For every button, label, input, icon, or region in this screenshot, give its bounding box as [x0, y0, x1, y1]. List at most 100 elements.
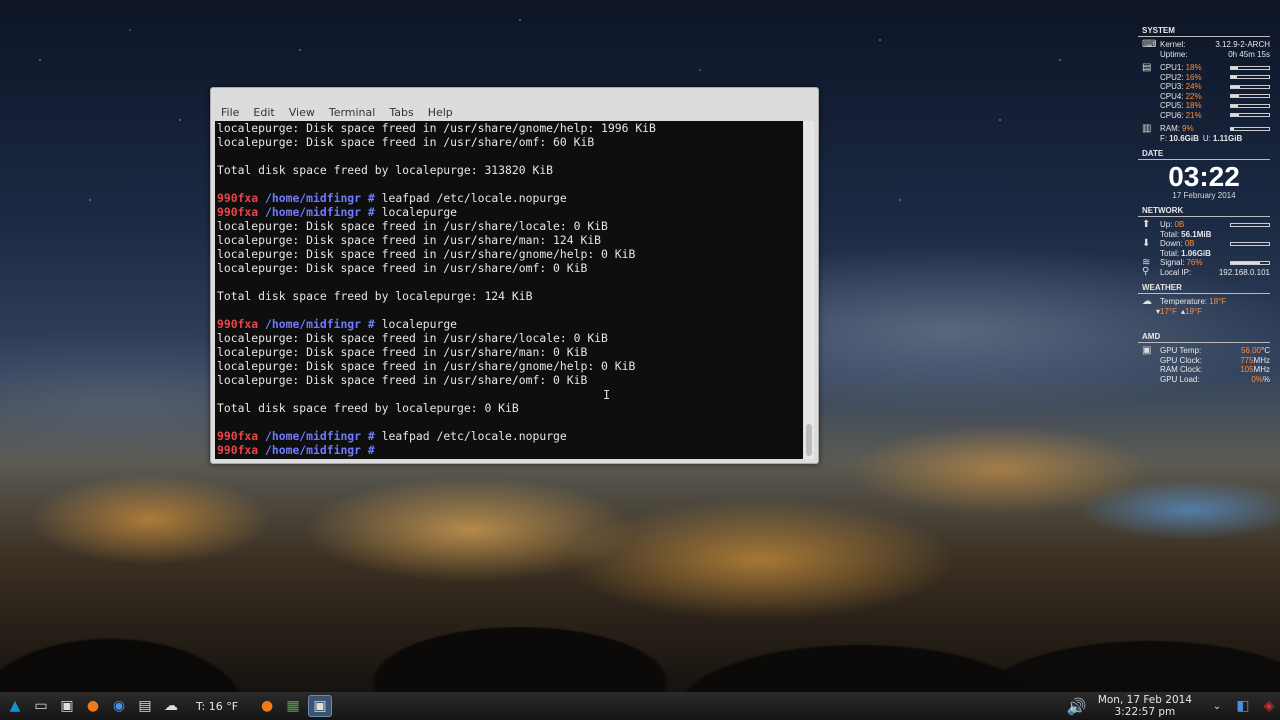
up-graph	[1230, 222, 1270, 227]
tray-expand-icon[interactable]: ⌄	[1206, 696, 1228, 716]
terminal-menubar: File Edit View Terminal Tabs Help	[211, 105, 818, 120]
scrollbar-thumb[interactable]	[806, 424, 812, 456]
cpu-value: 22%	[1185, 91, 1202, 101]
gpu-list: ▣ GPU Temp: 56.00°C GPU Clock: 775MHz RAM Clo…	[1138, 345, 1270, 384]
down-value: 0B	[1184, 239, 1195, 249]
output-line: Total disk space freed by localepurge: 0…	[217, 401, 519, 415]
gpu-label: GPU Temp:	[1160, 346, 1202, 356]
conky-date: 17 February 2014	[1172, 191, 1236, 200]
menu-tabs[interactable]: Tabs	[389, 106, 413, 119]
prompt-symbol: #	[367, 429, 375, 443]
terminal-task-button[interactable]: ▣	[308, 695, 333, 717]
prompt-symbol: #	[367, 443, 375, 457]
firefox-icon[interactable]: ●	[82, 696, 104, 716]
gpu-row: RAM Clock: 105MHz	[1138, 365, 1270, 375]
output-line: localepurge: Disk space freed in /usr/sh…	[217, 121, 656, 135]
down-total-value: 1.06GiB	[1181, 248, 1211, 258]
menu-edit[interactable]: Edit	[253, 106, 274, 119]
gpu-label: RAM Clock:	[1160, 365, 1203, 375]
gpu-value: 0%	[1251, 374, 1263, 384]
output-line: localepurge: Disk space freed in /usr/sh…	[217, 373, 588, 387]
prompt-host: 990fxa	[217, 191, 259, 205]
cpu-list: ▤ CPU1: 18% CPU2: 16% CPU3: 24% CPU4: 22% CPU5: 18…	[1138, 62, 1270, 121]
cpu-label: CPU1:	[1160, 63, 1184, 73]
ram-value: 9%	[1182, 124, 1194, 134]
cpu-label: CPU4:	[1160, 91, 1184, 101]
menu-terminal[interactable]: Terminal	[329, 106, 376, 119]
ip-label: Local IP:	[1160, 267, 1192, 277]
terminal-window[interactable]: File Edit View Terminal Tabs Help locale…	[210, 87, 819, 464]
cpu-row: CPU6: 21%	[1138, 111, 1270, 121]
weather-cloud-icon: ☁	[164, 698, 178, 714]
up-total-value: 56.1MiB	[1181, 229, 1212, 239]
section-system: SYSTEM	[1138, 24, 1270, 37]
prompt-symbol: #	[367, 317, 375, 331]
up-value: 0B	[1174, 220, 1185, 230]
update-tray-icon[interactable]: ◈	[1258, 696, 1280, 716]
terminal-scrollbar[interactable]	[804, 121, 814, 459]
system-monitor-task-icon[interactable]: ▦	[282, 696, 304, 716]
terminal-output[interactable]: localepurge: Disk space freed in /usr/sh…	[215, 121, 803, 459]
menu-file[interactable]: File	[221, 106, 239, 119]
gpu-label: GPU Load:	[1160, 374, 1200, 384]
volume-icon[interactable]: 🔊	[1066, 696, 1088, 716]
prompt-command: localepurge	[381, 205, 458, 219]
kernel-value: 3.12.9-2-ARCH	[1215, 40, 1270, 50]
free-label: F:	[1160, 133, 1168, 143]
show-desktop-icon[interactable]: ▭	[30, 696, 52, 716]
cpu-row: CPU4: 22%	[1138, 92, 1270, 102]
system-tray: 🔊 Mon, 17 Feb 2014 3:22:57 pm ⌄ ◧ ◈	[1062, 692, 1280, 720]
free-value: 10.6GiB	[1169, 133, 1199, 143]
signal-row: ≋ Signal: 76%	[1138, 257, 1270, 268]
ram-row: ▥ RAM: 9%	[1138, 123, 1270, 134]
cpu-value: 21%	[1185, 110, 1202, 120]
gpu-value: 56.00	[1240, 346, 1262, 356]
menu-help[interactable]: Help	[428, 106, 453, 119]
cpu-bar	[1230, 94, 1270, 99]
cpu-label: CPU2:	[1160, 72, 1184, 82]
used-value: 1.11GiB	[1212, 133, 1243, 143]
cpu-bar	[1230, 113, 1270, 118]
output-line: localepurge: Disk space freed in /usr/sh…	[217, 331, 608, 345]
arch-menu-icon[interactable]: ▲	[4, 696, 26, 716]
menu-view[interactable]: View	[289, 106, 315, 119]
firefox-task-icon[interactable]: ●	[256, 696, 278, 716]
gpu-row: ▣ GPU Temp: 56.00°C	[1138, 345, 1270, 356]
section-date: DATE	[1138, 147, 1270, 160]
output-line: localepurge: Disk space freed in /usr/sh…	[217, 359, 636, 373]
cpu-row: ▤ CPU1: 18%	[1138, 62, 1270, 73]
signal-bar	[1230, 260, 1270, 265]
taskbar-clock[interactable]: Mon, 17 Feb 2014 3:22:57 pm	[1098, 694, 1192, 718]
clock-date: Mon, 17 Feb 2014	[1097, 694, 1192, 706]
chromium-icon[interactable]: ◉	[108, 696, 130, 716]
temp-range-row: ▾ 17°F ▴ 19°F	[1138, 307, 1270, 317]
ip-row: ⚲ Local IP: 192.168.0.101	[1138, 266, 1270, 278]
cpu-value: 18%	[1185, 101, 1202, 111]
gpu-value: 775	[1240, 355, 1254, 365]
cpu-value: 18%	[1185, 63, 1202, 73]
output-line: Total disk space freed by localepurge: 3…	[217, 163, 554, 177]
network-tray-icon[interactable]: ◧	[1232, 696, 1254, 716]
gpu-value: 105	[1240, 365, 1254, 375]
wallpaper-hills	[0, 522, 1280, 692]
up-total-row: Total: 56.1MiB	[1138, 230, 1270, 240]
terminal-launcher-icon[interactable]: ▣	[56, 696, 78, 716]
kernel-row: ⌨ Kernel: 3.12.9-2-ARCH	[1138, 39, 1270, 50]
taskbar-weather: T: 16 °F	[196, 699, 239, 713]
up-label: Up:	[1160, 220, 1173, 230]
section-amd: AMD	[1138, 330, 1270, 343]
cpu-row: CPU5: 18%	[1138, 101, 1270, 111]
temperature-value: 18°F	[1209, 297, 1227, 307]
cpu-label: CPU3:	[1160, 82, 1184, 92]
file-manager-icon[interactable]: ▤	[134, 696, 156, 716]
cpu-label: CPU6:	[1160, 110, 1184, 120]
location-pin-icon: ⚲	[1142, 266, 1150, 278]
prompt-path: /home/midfingr	[265, 317, 362, 331]
cpu-bar	[1230, 103, 1270, 108]
